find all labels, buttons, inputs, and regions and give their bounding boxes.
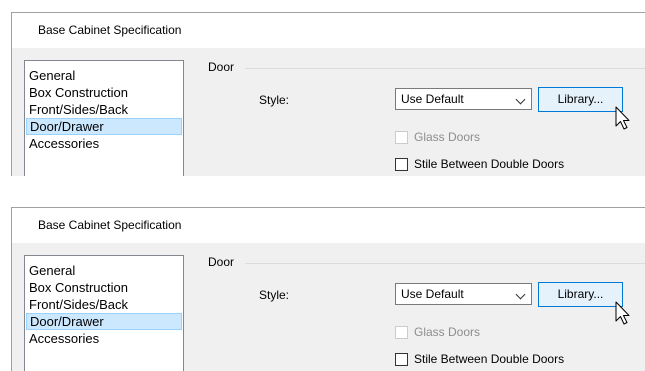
- door-group-label: Door: [208, 255, 235, 269]
- title-bar: Base Cabinet Specification: [12, 13, 645, 48]
- category-front-sides-back[interactable]: Front/Sides/Back: [26, 296, 182, 313]
- category-box-construction[interactable]: Box Construction: [26, 279, 182, 296]
- library-button[interactable]: Library...: [538, 282, 623, 307]
- door-group-label: Door: [208, 60, 235, 74]
- stile-checkbox[interactable]: [395, 353, 408, 366]
- category-list[interactable]: General Box Construction Front/Sides/Bac…: [24, 60, 184, 176]
- group-divider: [245, 68, 645, 69]
- category-general[interactable]: General: [26, 67, 182, 84]
- category-front-sides-back[interactable]: Front/Sides/Back: [26, 101, 182, 118]
- chevron-down-icon: [515, 94, 526, 105]
- category-accessories[interactable]: Accessories: [26, 330, 182, 347]
- glass-doors-label: Glass Doors: [414, 325, 481, 339]
- style-label: Style:: [259, 93, 290, 107]
- mouse-pointer-icon: [615, 301, 630, 325]
- category-door-drawer[interactable]: Door/Drawer: [26, 118, 182, 135]
- category-general[interactable]: General: [26, 262, 182, 279]
- glass-doors-label: Glass Doors: [414, 130, 481, 144]
- group-divider: [245, 263, 645, 264]
- style-dropdown-value: Use Default: [401, 92, 464, 106]
- stile-label: Stile Between Double Doors: [414, 157, 565, 171]
- dialog-title: Base Cabinet Specification: [38, 218, 182, 232]
- mouse-pointer-icon: [615, 106, 630, 130]
- style-dropdown[interactable]: Use Default: [395, 283, 532, 305]
- glass-doors-checkbox[interactable]: [395, 326, 408, 339]
- dialog-panel-top: Base Cabinet Specification General Box C…: [11, 12, 645, 176]
- stile-checkbox[interactable]: [395, 158, 408, 171]
- dialog-title: Base Cabinet Specification: [38, 23, 182, 37]
- chevron-down-icon: [515, 289, 526, 300]
- glass-doors-checkbox[interactable]: [395, 131, 408, 144]
- category-door-drawer[interactable]: Door/Drawer: [26, 313, 182, 330]
- title-bar: Base Cabinet Specification: [12, 208, 645, 243]
- library-button[interactable]: Library...: [538, 87, 623, 112]
- style-label: Style:: [259, 288, 290, 302]
- category-box-construction[interactable]: Box Construction: [26, 84, 182, 101]
- style-dropdown[interactable]: Use Default: [395, 88, 532, 110]
- style-dropdown-value: Use Default: [401, 287, 464, 301]
- category-accessories[interactable]: Accessories: [26, 135, 182, 152]
- dialog-panel-bottom: Base Cabinet Specification General Box C…: [11, 207, 645, 371]
- category-list[interactable]: General Box Construction Front/Sides/Bac…: [24, 255, 184, 371]
- stile-label: Stile Between Double Doors: [414, 352, 565, 366]
